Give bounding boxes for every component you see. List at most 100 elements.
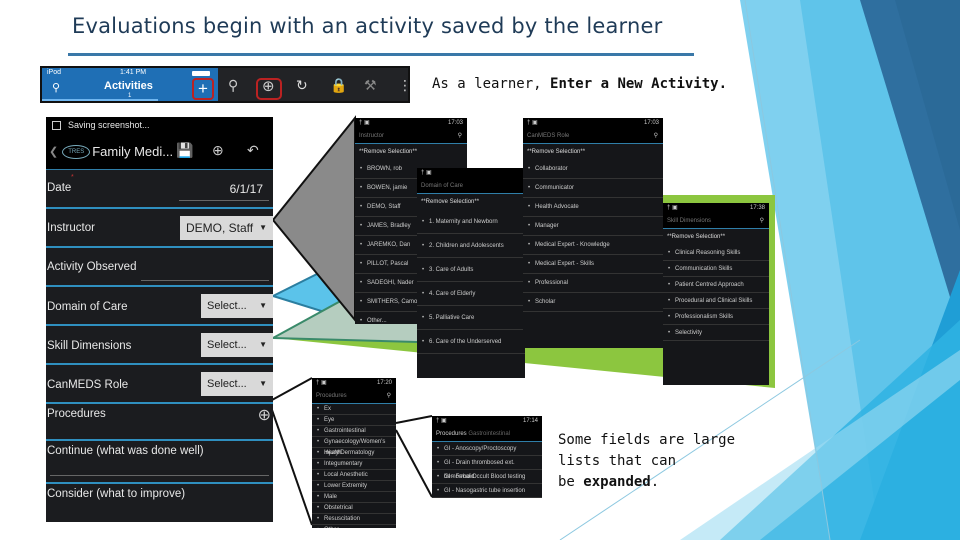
field-domain-of-care[interactable]: Domain of Care Select... ▼ xyxy=(46,287,273,326)
undo-icon[interactable]: ↶ xyxy=(247,142,259,159)
list-item[interactable]: Injury/Dermatology xyxy=(312,448,396,459)
remove-selection[interactable]: **Remove Selection** xyxy=(523,144,663,160)
list-item[interactable]: Manager xyxy=(523,217,663,236)
select-value: Select... xyxy=(207,339,247,351)
search-icon[interactable]: ⚲ xyxy=(387,389,391,404)
back-icon[interactable]: ❮ xyxy=(49,145,58,158)
field-continue[interactable]: Continue (what was done well) xyxy=(46,441,273,484)
list-item[interactable]: Ex xyxy=(312,404,396,415)
list-item[interactable]: Health Advocate xyxy=(523,198,663,217)
field-instructor[interactable]: Instructor DEMO, Staff ▼ xyxy=(46,209,273,248)
procedures-sub-items: GI - Anoscopy/ProctoscopyGI - Drain thro… xyxy=(432,442,542,498)
search-icon[interactable]: ⚲ xyxy=(760,214,764,229)
caption-expand: Some fields are large lists that can be … xyxy=(558,430,735,493)
screenshot-icon xyxy=(52,121,61,130)
remove-selection[interactable]: **Remove Selection** xyxy=(417,194,525,210)
list-item[interactable]: Integumentary xyxy=(312,459,396,470)
caption-line: lists that can xyxy=(558,453,677,469)
add-procedure-icon[interactable]: ⊕ xyxy=(258,405,271,425)
skill-items: Clinical Reasoning SkillsCommunication S… xyxy=(663,245,769,341)
caret-down-icon: ▼ xyxy=(259,223,267,232)
list-item[interactable]: Procedural and Clinical Skills xyxy=(663,293,769,309)
procedures-items: ExEyeGastrointestinalGynaecology/Women's… xyxy=(312,404,396,528)
field-label: CanMEDS Role xyxy=(47,379,129,391)
list-item[interactable]: Gynaecology/Women's Health xyxy=(312,437,396,456)
list-item[interactable]: Communicator xyxy=(523,179,663,198)
skill-select[interactable]: Select... ▼ xyxy=(201,333,273,357)
plus-icon[interactable]: + xyxy=(192,78,214,100)
remove-selection[interactable]: **Remove Selection** xyxy=(663,229,769,245)
refresh-icon[interactable]: ↻ xyxy=(296,78,308,94)
caption-line: be expanded. xyxy=(558,474,660,490)
select-value: Select... xyxy=(207,300,247,312)
add-circle-icon[interactable]: ⊕ xyxy=(262,77,275,95)
date-value[interactable]: 6/1/17 xyxy=(230,182,263,196)
list-item[interactable]: Communication Skills xyxy=(663,261,769,277)
add-circle-icon[interactable]: ⊕ xyxy=(212,142,224,159)
list-item[interactable]: Resuscitation xyxy=(312,514,396,525)
list-item[interactable]: 1. Maternity and Newborn xyxy=(417,210,525,234)
search-icon[interactable]: ⚲ xyxy=(458,129,462,144)
list-item[interactable]: Patient Centred Approach xyxy=(663,277,769,293)
wrench-icon[interactable]: ⚒ xyxy=(364,78,377,94)
field-label: Continue (what was done well) xyxy=(47,445,204,457)
app-logo: TRES xyxy=(62,144,91,159)
list-item[interactable]: Medical Expert - Skills xyxy=(523,255,663,274)
list-item[interactable]: Clinical Reasoning Skills xyxy=(663,245,769,261)
list-item[interactable]: 5. Palliative Care xyxy=(417,306,525,330)
overflow-menu-icon[interactable]: ⋮ xyxy=(398,78,412,94)
activity-input-underline[interactable] xyxy=(141,280,269,281)
lock-icon[interactable]: 🔒 xyxy=(330,78,347,94)
continue-input-underline[interactable] xyxy=(50,475,269,476)
caret-down-icon: ▼ xyxy=(259,301,267,310)
list-item[interactable]: GI - Anoscopy/Proctoscopy xyxy=(432,442,542,456)
caption-line: Some fields are large xyxy=(558,432,736,448)
field-activity-observed[interactable]: Activity Observed xyxy=(46,248,273,287)
activity-form-screenshot: Saving screenshot... ❮ TRES Family Medi.… xyxy=(46,117,273,522)
search-icon[interactable]: ⚲ xyxy=(228,78,238,94)
list-item[interactable]: Male xyxy=(312,492,396,503)
list-item[interactable]: 2. Children and Adolescents xyxy=(417,234,525,258)
field-date[interactable]: Date * 6/1/17 xyxy=(46,170,273,209)
list-item[interactable]: 6. Care of the Underserved xyxy=(417,330,525,354)
list-item[interactable]: Collaborator xyxy=(523,160,663,179)
status-bar: † ▣ 17:20 xyxy=(312,378,396,389)
instructor-select[interactable]: DEMO, Staff ▼ xyxy=(180,216,273,240)
field-label: Date xyxy=(47,182,72,194)
field-skill-dimensions[interactable]: Skill Dimensions Select... ▼ xyxy=(46,326,273,365)
domain-list-screenshot: † ▣ Domain of Care **Remove Selection** … xyxy=(417,168,525,378)
list-item[interactable]: Medical Expert - Knowledge xyxy=(523,236,663,255)
list-item[interactable]: Eye xyxy=(312,415,396,426)
save-icon[interactable]: 💾 xyxy=(176,142,193,159)
domain-select[interactable]: Select... ▼ xyxy=(201,294,273,318)
list-item[interactable]: GI - Nasogastric tube insertion xyxy=(432,484,542,498)
search-icon[interactable]: ⚲ xyxy=(654,129,658,144)
field-label: Activity Observed xyxy=(47,261,137,273)
field-consider[interactable]: Consider (what to improve) xyxy=(46,484,273,522)
list-item[interactable]: Professional xyxy=(523,274,663,293)
status-bar: † ▣ 17:14 xyxy=(432,416,542,427)
list-item[interactable]: Professionalism Skills xyxy=(663,309,769,325)
list-item[interactable]: Gastrointestinal xyxy=(312,426,396,437)
list-item[interactable]: Local Anesthetic xyxy=(312,470,396,481)
canmeds-select[interactable]: Select... ▼ xyxy=(201,372,273,396)
list-item[interactable]: GI - Fecal Occult Blood testing xyxy=(432,470,542,484)
list-item[interactable]: Scholar xyxy=(523,293,663,312)
list-item[interactable]: GI - Drain thrombosed ext. hemorrhoid xyxy=(432,456,542,480)
remove-selection[interactable]: **Remove Selection** xyxy=(355,144,467,160)
field-canmeds-role[interactable]: CanMEDS Role Select... ▼ xyxy=(46,365,273,404)
list-item[interactable]: 4. Care of Elderly xyxy=(417,282,525,306)
search-icon[interactable]: ⚲ xyxy=(52,81,60,94)
list-header: CanMEDS Role ⚲ xyxy=(523,129,663,144)
caret-down-icon: ▼ xyxy=(259,340,267,349)
list-item[interactable]: Obstetrical xyxy=(312,503,396,514)
list-item[interactable]: Other xyxy=(312,525,396,528)
select-value: DEMO, Staff xyxy=(186,221,254,235)
caption-prefix: As a learner, xyxy=(432,76,551,92)
status-bar: † ▣ 17:03 xyxy=(523,118,663,129)
list-item[interactable]: Selectivity xyxy=(663,325,769,341)
list-item[interactable]: Lower Extremity xyxy=(312,481,396,492)
list-header: Skill Dimensions ⚲ xyxy=(663,214,769,229)
list-item[interactable]: 3. Care of Adults xyxy=(417,258,525,282)
field-procedures[interactable]: Procedures ⊕ xyxy=(46,404,273,441)
